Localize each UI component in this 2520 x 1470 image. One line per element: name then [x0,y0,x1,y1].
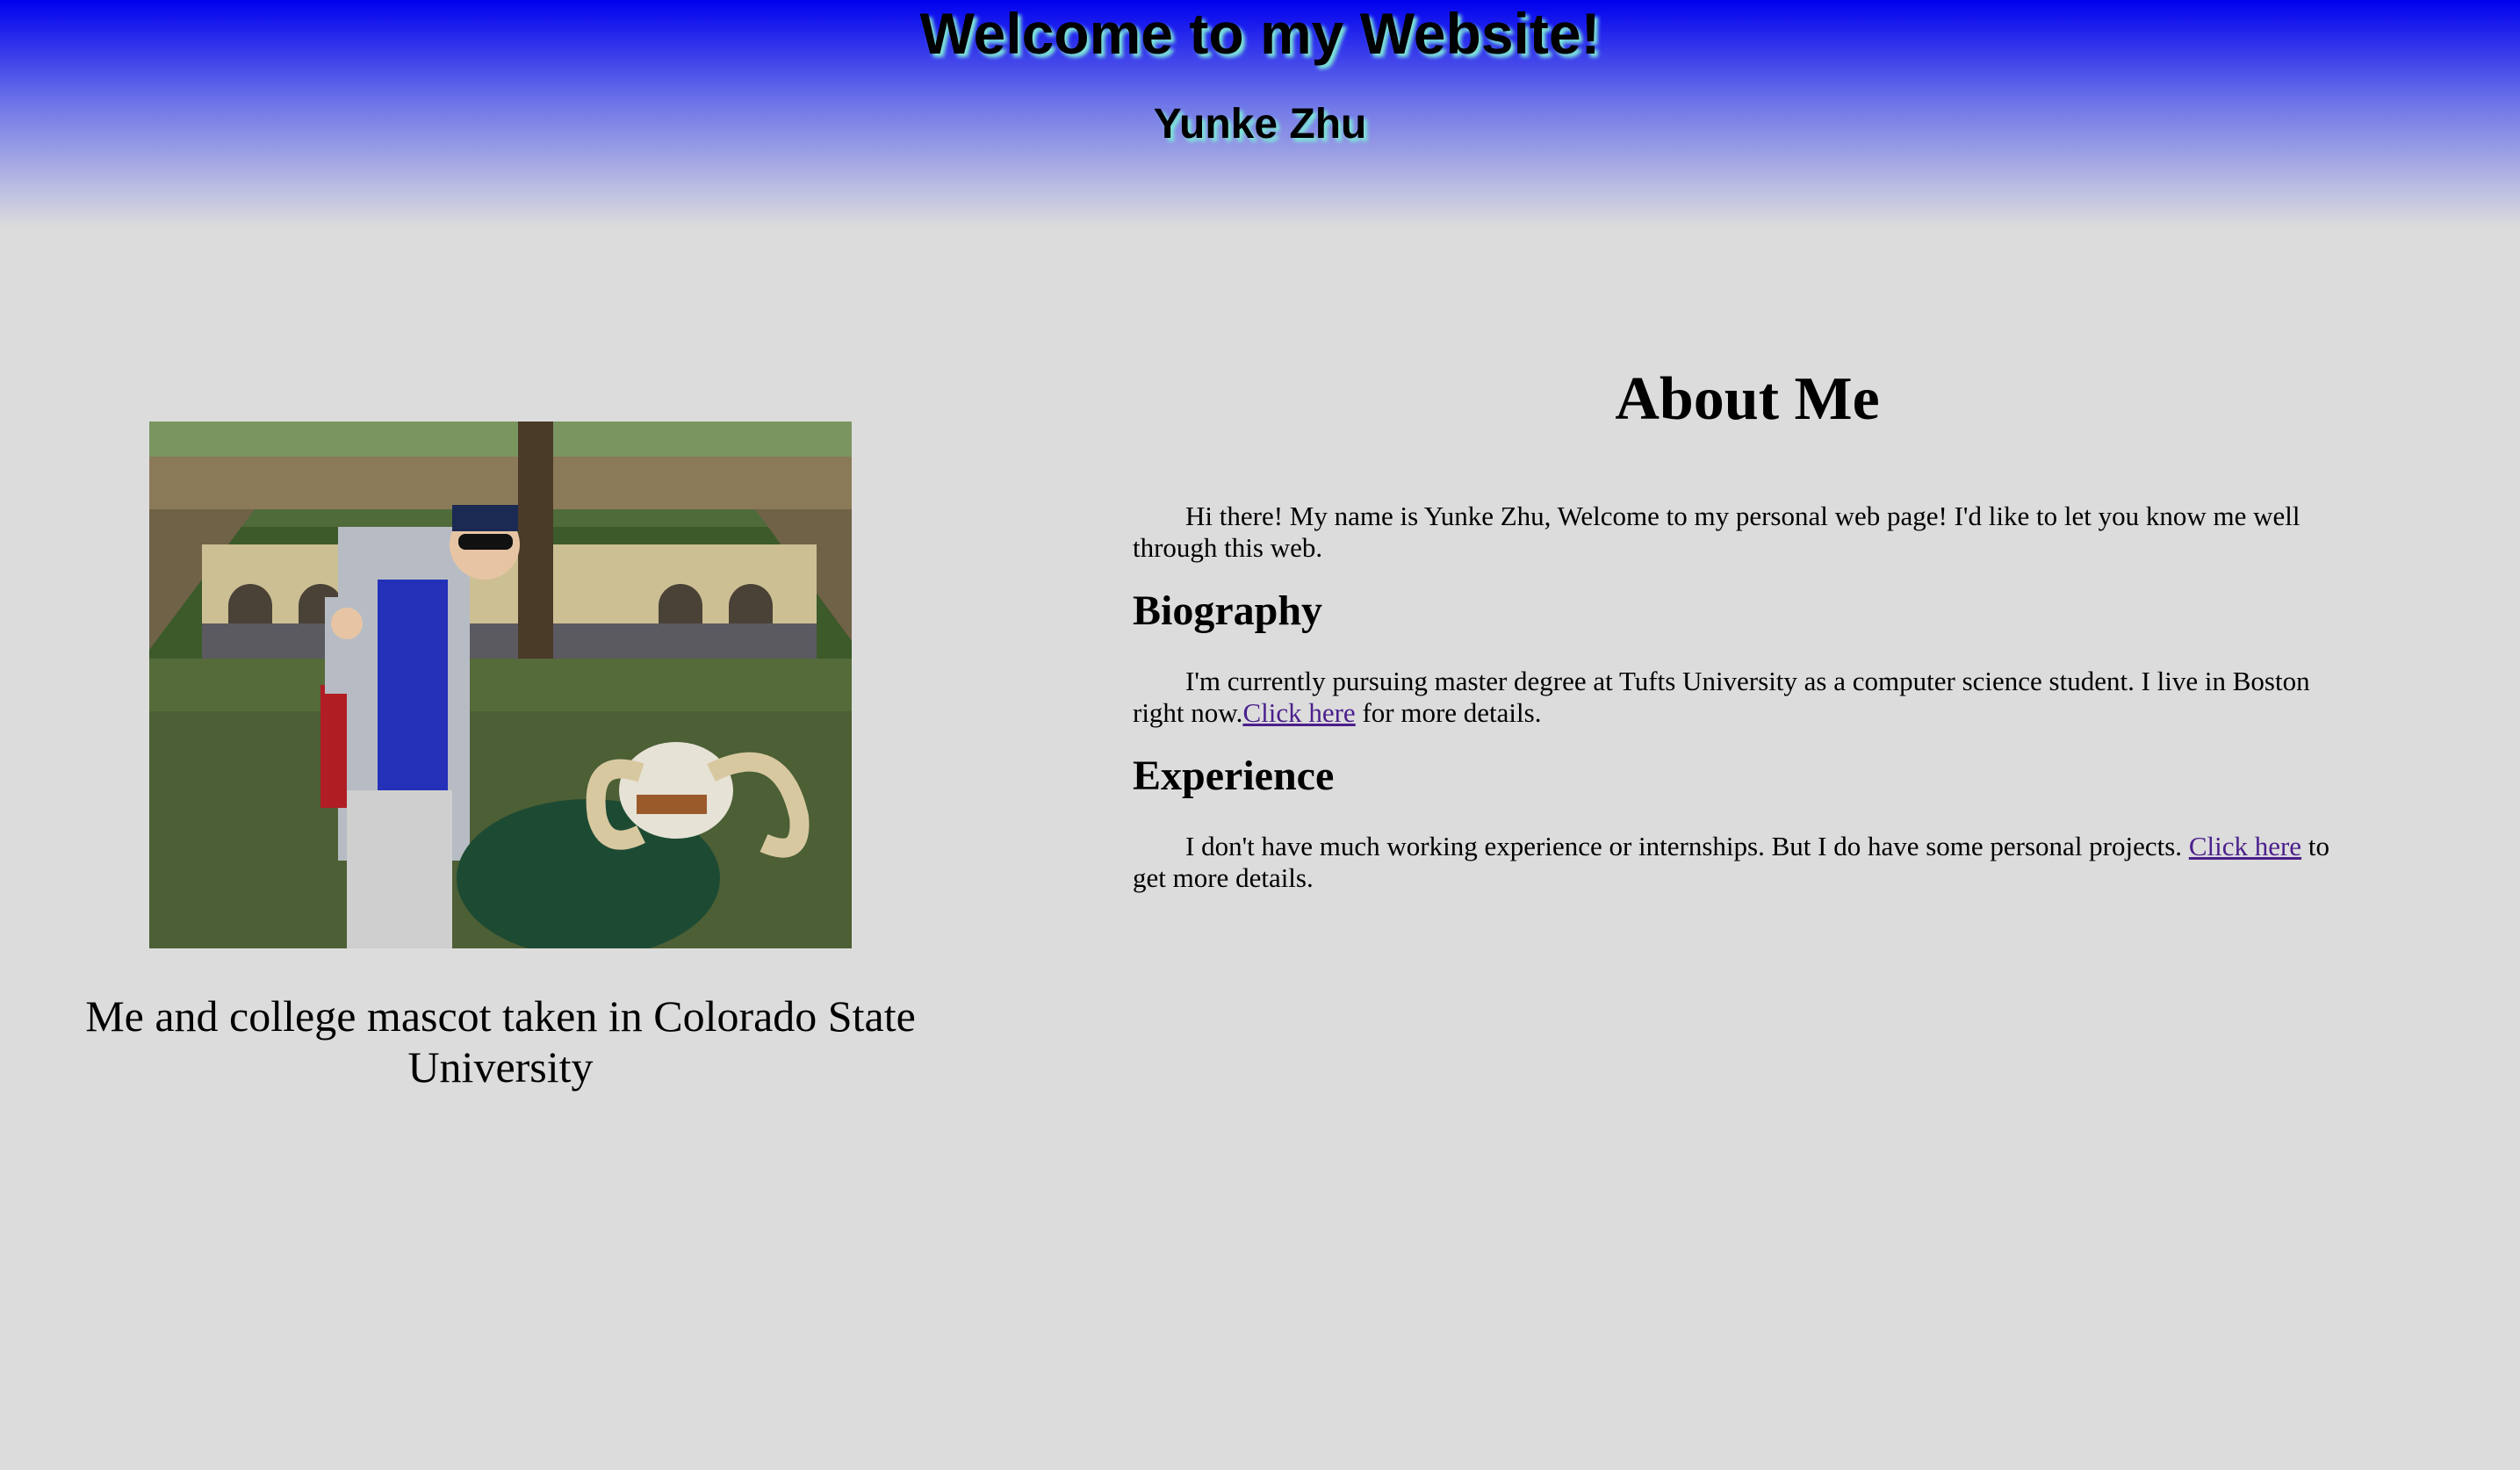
experience-paragraph: I don't have much working experience or … [1133,831,2344,894]
site-subtitle: Yunke Zhu [1153,101,1367,148]
about-section: About Me Hi there! My name is Yunke Zhu,… [1133,351,2344,894]
page-header: Welcome to my Website! Yunke Zhu [0,0,2520,228]
biography-paragraph: I'm currently pursuing master degree at … [1133,666,2344,729]
biography-link[interactable]: Click here [1242,697,1355,728]
experience-link[interactable]: Click here [2189,831,2301,861]
experience-text: I don't have much working experience or … [1185,831,2189,861]
photo-caption: Me and college mascot taken in Colorado … [85,991,916,1092]
biography-heading: Biography [1133,587,1323,634]
intro-paragraph: Hi there! My name is Yunke Zhu, Welcome … [1133,501,2300,563]
experience-heading: Experience [1133,753,1335,799]
site-title: Welcome to my Website! [919,1,1601,66]
about-title: About Me [1615,365,1880,433]
biography-text-end: for more details. [1355,697,1542,728]
photo-illustration [149,422,852,948]
profile-photo [149,422,852,948]
